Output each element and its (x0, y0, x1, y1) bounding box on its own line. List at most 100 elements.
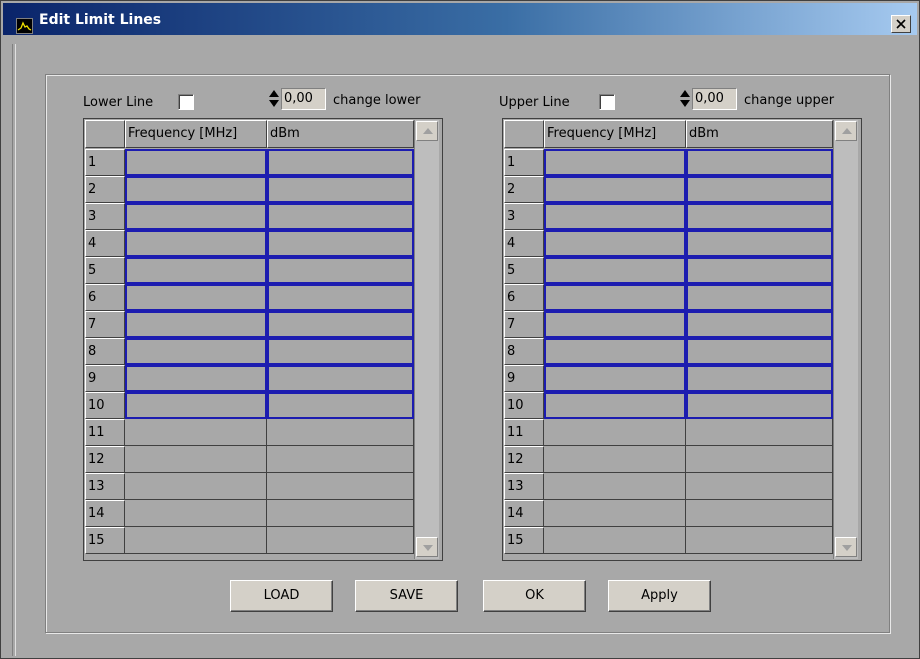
row-header[interactable]: 14 (504, 500, 544, 527)
row-header[interactable]: 13 (504, 473, 544, 500)
row-header[interactable]: 12 (85, 446, 125, 473)
upper-spinner[interactable] (679, 88, 692, 110)
column-header-dbm[interactable]: dBm (267, 120, 414, 148)
row-header[interactable]: 2 (504, 176, 544, 203)
row-header[interactable]: 11 (504, 419, 544, 446)
vertical-scrollbar[interactable] (833, 120, 858, 559)
frequency-cell[interactable] (125, 311, 267, 338)
row-header[interactable]: 6 (85, 284, 125, 311)
row-header[interactable]: 14 (85, 500, 125, 527)
row-header[interactable]: 15 (504, 527, 544, 554)
close-button[interactable] (891, 15, 911, 33)
frequency-cell[interactable] (125, 419, 267, 446)
row-header[interactable]: 4 (504, 230, 544, 257)
frequency-cell[interactable] (125, 176, 267, 203)
upper-line-checkbox[interactable] (599, 94, 615, 110)
row-header[interactable]: 15 (85, 527, 125, 554)
row-header[interactable]: 12 (504, 446, 544, 473)
row-header[interactable]: 13 (85, 473, 125, 500)
ok-button[interactable]: OK (483, 580, 586, 612)
dbm-cell[interactable] (267, 284, 414, 311)
frequency-cell[interactable] (544, 338, 686, 365)
frequency-cell[interactable] (544, 473, 686, 500)
row-header[interactable]: 8 (85, 338, 125, 365)
dbm-cell[interactable] (686, 257, 833, 284)
frequency-cell[interactable] (125, 149, 267, 176)
dbm-cell[interactable] (686, 527, 833, 554)
apply-button[interactable]: Apply (608, 580, 711, 612)
upper-value-field[interactable]: 0,00 (692, 88, 737, 110)
dbm-cell[interactable] (686, 419, 833, 446)
frequency-cell[interactable] (544, 311, 686, 338)
row-header[interactable]: 1 (504, 149, 544, 176)
row-header[interactable]: 7 (504, 311, 544, 338)
frequency-cell[interactable] (125, 203, 267, 230)
frequency-cell[interactable] (544, 230, 686, 257)
row-header[interactable]: 10 (504, 392, 544, 419)
dbm-cell[interactable] (267, 176, 414, 203)
row-header[interactable]: 1 (85, 149, 125, 176)
spin-up-icon[interactable] (680, 90, 690, 97)
dbm-cell[interactable] (267, 338, 414, 365)
dbm-cell[interactable] (686, 446, 833, 473)
scroll-down-button[interactable] (835, 537, 857, 557)
title-bar[interactable]: Edit Limit Lines (3, 3, 917, 35)
spin-down-icon[interactable] (269, 100, 279, 107)
dbm-cell[interactable] (686, 338, 833, 365)
row-header[interactable]: 10 (85, 392, 125, 419)
dbm-cell[interactable] (267, 446, 414, 473)
lower-line-checkbox[interactable] (178, 94, 194, 110)
dbm-cell[interactable] (686, 230, 833, 257)
frequency-cell[interactable] (125, 392, 267, 419)
frequency-cell[interactable] (544, 284, 686, 311)
dbm-cell[interactable] (686, 203, 833, 230)
row-header[interactable]: 8 (504, 338, 544, 365)
dbm-cell[interactable] (686, 284, 833, 311)
frequency-cell[interactable] (544, 176, 686, 203)
load-button[interactable]: LOAD (230, 580, 333, 612)
row-header[interactable]: 3 (85, 203, 125, 230)
frequency-cell[interactable] (544, 365, 686, 392)
dbm-cell[interactable] (686, 473, 833, 500)
dbm-cell[interactable] (686, 176, 833, 203)
frequency-cell[interactable] (544, 500, 686, 527)
dbm-cell[interactable] (267, 419, 414, 446)
row-header[interactable]: 6 (504, 284, 544, 311)
save-button[interactable]: SAVE (355, 580, 458, 612)
row-header[interactable]: 7 (85, 311, 125, 338)
dbm-cell[interactable] (686, 311, 833, 338)
dbm-cell[interactable] (686, 149, 833, 176)
dbm-cell[interactable] (686, 365, 833, 392)
spin-up-icon[interactable] (269, 90, 279, 97)
dbm-cell[interactable] (267, 392, 414, 419)
frequency-cell[interactable] (125, 527, 267, 554)
dbm-cell[interactable] (267, 500, 414, 527)
column-header-frequency[interactable]: Frequency [MHz] (544, 120, 686, 148)
row-header[interactable]: 11 (85, 419, 125, 446)
frequency-cell[interactable] (544, 203, 686, 230)
dbm-cell[interactable] (267, 257, 414, 284)
scroll-up-button[interactable] (835, 121, 857, 141)
frequency-cell[interactable] (125, 500, 267, 527)
frequency-cell[interactable] (125, 284, 267, 311)
row-header[interactable]: 3 (504, 203, 544, 230)
dbm-cell[interactable] (267, 149, 414, 176)
row-header[interactable]: 9 (504, 365, 544, 392)
scroll-down-button[interactable] (416, 537, 438, 557)
frequency-cell[interactable] (125, 365, 267, 392)
row-header[interactable]: 2 (85, 176, 125, 203)
dbm-cell[interactable] (267, 365, 414, 392)
column-header-dbm[interactable]: dBm (686, 120, 833, 148)
dbm-cell[interactable] (267, 230, 414, 257)
dbm-cell[interactable] (267, 473, 414, 500)
dbm-cell[interactable] (686, 392, 833, 419)
spin-down-icon[interactable] (680, 100, 690, 107)
frequency-cell[interactable] (125, 473, 267, 500)
row-header[interactable]: 9 (85, 365, 125, 392)
frequency-cell[interactable] (544, 392, 686, 419)
frequency-cell[interactable] (544, 527, 686, 554)
frequency-cell[interactable] (125, 230, 267, 257)
frequency-cell[interactable] (544, 446, 686, 473)
frequency-cell[interactable] (544, 419, 686, 446)
dbm-cell[interactable] (267, 527, 414, 554)
